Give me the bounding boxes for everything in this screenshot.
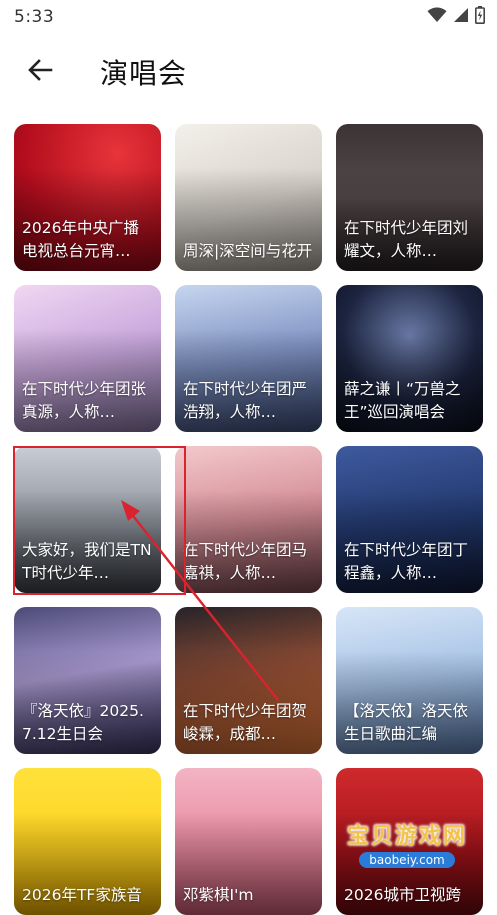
concert-card[interactable]: 在下时代少年团丁程鑫，人称… (336, 446, 483, 593)
card-title: 在下时代少年团马嘉祺，人称… (183, 541, 308, 582)
back-button[interactable] (20, 52, 60, 92)
status-time: 5:33 (14, 7, 55, 27)
card-title: 2026年TF家族音 (22, 886, 142, 904)
concert-card[interactable]: 在下时代少年团严浩翔，人称… (175, 285, 322, 432)
concert-card[interactable]: 2026年TF家族音 (14, 768, 161, 915)
card-title: 薛之谦丨“万兽之王”巡回演唱会 (344, 380, 461, 421)
concert-card[interactable]: 在下时代少年团刘耀文，人称… (336, 124, 483, 271)
concert-card[interactable]: 邓紫棋I'm (175, 768, 322, 915)
status-bar: 5:33 (0, 0, 497, 34)
header: 演唱会 (0, 40, 497, 104)
signal-icon (453, 7, 469, 27)
concert-card[interactable]: 『洛天依』2025.7.12生日会 (14, 607, 161, 754)
card-title: 在下时代少年团严浩翔，人称… (183, 380, 308, 421)
card-title: 在下时代少年团刘耀文，人称… (344, 219, 469, 260)
wifi-icon (427, 7, 447, 27)
concert-card[interactable]: 在下时代少年团贺峻霖，成都… (175, 607, 322, 754)
card-title: 2026年中央广播电视总台元宵… (22, 219, 139, 260)
battery-icon (475, 6, 485, 28)
card-title: 周深|深空间与花开 (183, 242, 313, 260)
concert-card[interactable]: 2026年中央广播电视总台元宵… (14, 124, 161, 271)
status-icons (427, 6, 485, 28)
watermark: 宝贝游戏网 baobeiy.com (347, 818, 467, 868)
concert-grid: 2026年中央广播电视总台元宵… 周深|深空间与花开 在下时代少年团刘耀文，人称… (14, 124, 483, 915)
concert-card[interactable]: 在下时代少年团马嘉祺，人称… (175, 446, 322, 593)
card-title: 2026城市卫视跨 (344, 886, 461, 904)
watermark-text: 宝贝游戏网 (346, 824, 467, 849)
arrow-left-icon (27, 57, 53, 87)
page-title: 演唱会 (100, 57, 188, 90)
concert-card[interactable]: 薛之谦丨“万兽之王”巡回演唱会 (336, 285, 483, 432)
card-title: 大家好，我们是TNT时代少年… (22, 541, 152, 582)
concert-card[interactable]: 周深|深空间与花开 (175, 124, 322, 271)
card-title: 【洛天依】洛天依生日歌曲汇编 (344, 702, 469, 743)
watermark-url: baobeiy.com (359, 852, 455, 868)
concert-card[interactable]: 【洛天依】洛天依生日歌曲汇编 (336, 607, 483, 754)
card-title: 在下时代少年团贺峻霖，成都… (183, 702, 308, 743)
card-title: 『洛天依』2025.7.12生日会 (22, 702, 144, 743)
concert-card[interactable]: 在下时代少年团张真源，人称… (14, 285, 161, 432)
concert-card[interactable]: 大家好，我们是TNT时代少年… (14, 446, 161, 593)
card-title: 在下时代少年团张真源，人称… (22, 380, 147, 421)
card-title: 邓紫棋I'm (183, 886, 254, 904)
card-title: 在下时代少年团丁程鑫，人称… (344, 541, 469, 582)
